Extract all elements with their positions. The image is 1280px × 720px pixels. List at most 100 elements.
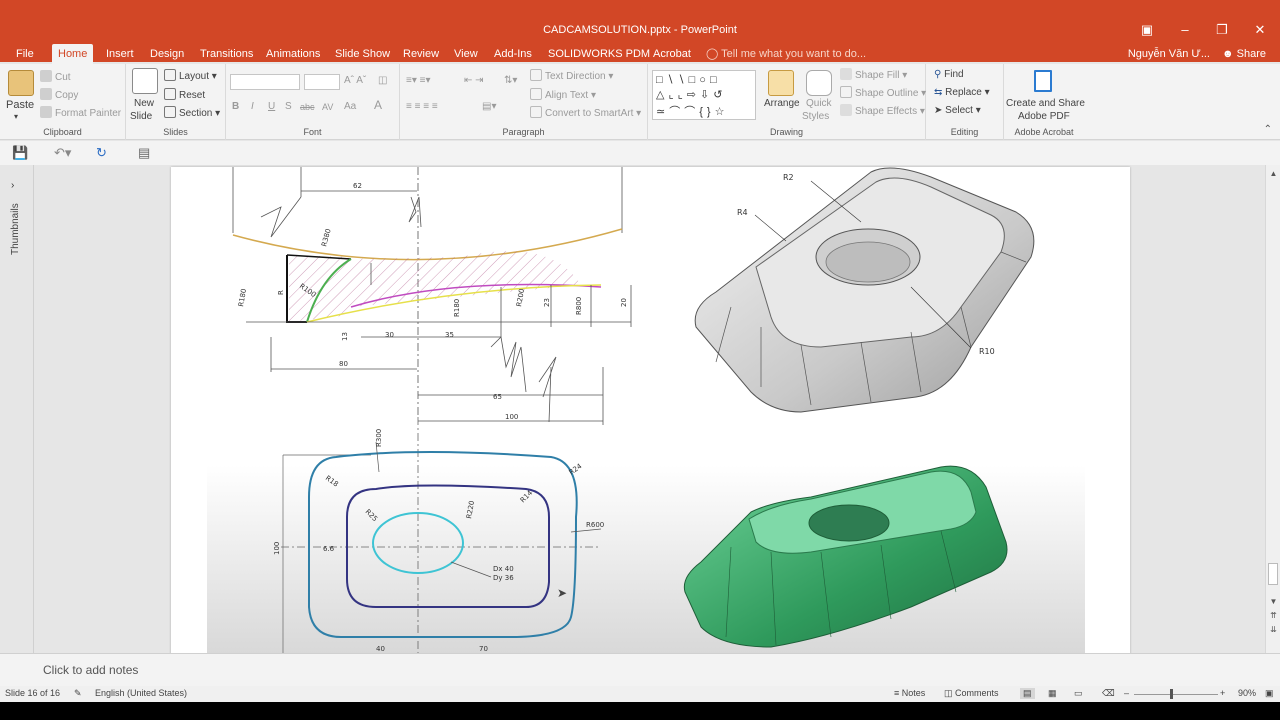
vertical-scrollbar[interactable]: ▲ ▼ ⇈ ⇊ xyxy=(1265,165,1280,653)
new-slide-icon[interactable] xyxy=(132,68,158,94)
close-button[interactable]: ✕ xyxy=(1245,20,1275,40)
redo-icon[interactable]: ↻ xyxy=(96,145,107,161)
collapse-ribbon-icon[interactable]: ⌃ xyxy=(1264,124,1272,135)
bold-button[interactable]: B xyxy=(232,100,239,114)
tab-review[interactable]: Review xyxy=(397,44,445,64)
quick-styles-icon[interactable] xyxy=(806,70,832,96)
tab-home[interactable]: Home xyxy=(52,44,94,64)
tab-animations[interactable]: Animations xyxy=(260,44,326,64)
align-text-button[interactable]: Align Text ▾ xyxy=(530,88,596,103)
save-icon[interactable]: 💾 xyxy=(12,145,28,161)
font-family-select[interactable] xyxy=(230,74,300,90)
scroll-down-icon[interactable]: ▼ xyxy=(1266,597,1280,606)
zoom-in-button[interactable]: + xyxy=(1220,688,1225,698)
select-button[interactable]: ➤ Select ▾ xyxy=(934,104,981,118)
italic-button[interactable]: I xyxy=(251,100,254,114)
slideshow-view-icon[interactable]: ⌫ xyxy=(1102,688,1115,699)
effects-icon xyxy=(840,104,852,116)
notes-placeholder[interactable]: Click to add notes xyxy=(43,663,138,677)
create-pdf-button[interactable]: Create and Share xyxy=(1006,97,1085,111)
columns-icon[interactable]: ▤▾ xyxy=(482,100,496,114)
paste-button[interactable]: Paste xyxy=(6,98,34,112)
zoom-slider-thumb[interactable] xyxy=(1170,689,1173,699)
tab-insert[interactable]: Insert xyxy=(100,44,140,64)
quick-styles-label-2[interactable]: Styles xyxy=(802,110,829,124)
find-button[interactable]: ⚲ Find xyxy=(934,68,964,82)
tab-view[interactable]: View xyxy=(448,44,484,64)
change-case-button[interactable]: Aa xyxy=(344,100,356,114)
new-slide-label-2[interactable]: Slide xyxy=(130,110,152,124)
cut-button[interactable]: Cut xyxy=(40,70,71,85)
notes-pane[interactable]: Click to add notes xyxy=(0,653,1280,686)
notes-toggle[interactable]: ≡ Notes xyxy=(894,688,925,698)
shape-fill-button[interactable]: Shape Fill ▾ xyxy=(840,68,907,83)
quick-styles-label[interactable]: Quick xyxy=(806,97,832,111)
tab-transitions[interactable]: Transitions xyxy=(194,44,259,64)
tab-acrobat[interactable]: Acrobat xyxy=(647,44,697,64)
copy-button[interactable]: Copy xyxy=(40,88,78,103)
spelling-check-icon[interactable]: ✎ xyxy=(74,688,82,699)
normal-view-icon[interactable]: ▤ xyxy=(1020,688,1035,699)
underline-button[interactable]: U xyxy=(268,100,275,114)
chevron-right-icon[interactable]: › xyxy=(11,180,14,191)
zoom-out-button[interactable]: – xyxy=(1124,688,1129,698)
zoom-level[interactable]: 90% xyxy=(1238,688,1256,698)
section-button[interactable]: Section ▾ xyxy=(164,106,220,121)
previous-slide-icon[interactable]: ⇈ xyxy=(1266,611,1280,620)
arrange-icon[interactable] xyxy=(768,70,794,96)
text-direction-button[interactable]: Text Direction ▾ xyxy=(530,69,613,84)
clear-format-icon[interactable]: ◫ xyxy=(378,74,387,88)
indent-icon[interactable]: ⇤ ⇥ xyxy=(464,74,484,88)
user-name[interactable]: Nguyễn Văn Ư... xyxy=(1128,44,1210,64)
zoom-slider[interactable] xyxy=(1134,694,1218,695)
font-grow-shrink-icon[interactable]: Aˆ Aˇ xyxy=(344,74,366,88)
shape-row-icon: ≃⌒⌒{​}☆ xyxy=(656,106,729,118)
share-button[interactable]: ☻ Share xyxy=(1222,44,1266,64)
layout-button[interactable]: Layout ▾ xyxy=(164,69,217,84)
new-slide-label[interactable]: New xyxy=(134,97,154,111)
reading-view-icon[interactable]: ▭ xyxy=(1074,688,1083,699)
ribbon-display-options-icon[interactable]: ▣ xyxy=(1132,20,1162,40)
convert-smartart-button[interactable]: Convert to SmartArt ▾ xyxy=(530,106,641,121)
char-spacing-button[interactable]: AV xyxy=(322,100,333,114)
scroll-up-icon[interactable]: ▲ xyxy=(1266,169,1280,178)
tab-file[interactable]: File xyxy=(10,44,40,64)
scroll-thumb[interactable] xyxy=(1268,563,1278,585)
tell-me-box[interactable]: ◯ Tell me what you want to do... xyxy=(706,44,866,64)
create-pdf-label-2[interactable]: Adobe PDF xyxy=(1018,110,1070,124)
undo-icon[interactable]: ↶▾ xyxy=(54,145,71,161)
reset-button[interactable]: Reset xyxy=(164,88,205,103)
shape-effects-button[interactable]: Shape Effects ▾ xyxy=(840,104,925,119)
comments-toggle[interactable]: ◫ Comments xyxy=(944,688,999,699)
shapes-gallery[interactable]: □∖∖□○□ △⌞⌞⇨⇩↺ ≃⌒⌒{​}☆ xyxy=(652,70,756,120)
next-slide-icon[interactable]: ⇊ xyxy=(1266,625,1280,634)
tab-design[interactable]: Design xyxy=(144,44,190,64)
chevron-down-icon[interactable]: ▾ xyxy=(14,110,18,124)
thumbnails-label[interactable]: Thumbnails xyxy=(10,203,21,255)
paste-icon[interactable] xyxy=(8,70,34,96)
slide-canvas[interactable]: 62 R380 R100 R180 R 30 35 13 80 R180 R20… xyxy=(171,167,1130,653)
strikethrough-button[interactable]: abc xyxy=(300,100,315,114)
tab-add-ins[interactable]: Add-Ins xyxy=(488,44,538,64)
fit-to-window-icon[interactable]: ▣ xyxy=(1265,688,1274,699)
slide-sorter-icon[interactable]: ▦ xyxy=(1048,688,1057,699)
pdf-icon[interactable] xyxy=(1034,70,1052,92)
replace-button[interactable]: ⇆ Replace ▾ xyxy=(934,86,990,100)
start-slideshow-icon[interactable]: ▤ xyxy=(138,145,150,161)
font-color-button[interactable]: A xyxy=(374,98,382,112)
language-indicator[interactable]: English (United States) xyxy=(95,688,187,698)
align-left-icon[interactable]: ≡ ≡ ≡ ≡ xyxy=(406,100,438,114)
tab-slide-show[interactable]: Slide Show xyxy=(329,44,396,64)
font-size-select[interactable] xyxy=(304,74,340,90)
arrange-button[interactable]: Arrange xyxy=(764,97,800,111)
shadow-button[interactable]: S xyxy=(285,100,292,114)
minimize-button[interactable]: – xyxy=(1170,20,1200,40)
line-spacing-icon[interactable]: ⇅▾ xyxy=(504,74,517,88)
shape-outline-button[interactable]: Shape Outline ▾ xyxy=(840,86,926,101)
group-label: Font xyxy=(303,127,322,137)
bullets-icon[interactable]: ≡▾ ≡▾ xyxy=(406,74,431,88)
tab-solidworks-pdm[interactable]: SOLIDWORKS PDM xyxy=(542,44,656,64)
format-painter-button[interactable]: Format Painter xyxy=(40,106,121,121)
restore-button[interactable]: ❐ xyxy=(1207,20,1237,40)
dim-r800: R800 xyxy=(575,297,583,315)
